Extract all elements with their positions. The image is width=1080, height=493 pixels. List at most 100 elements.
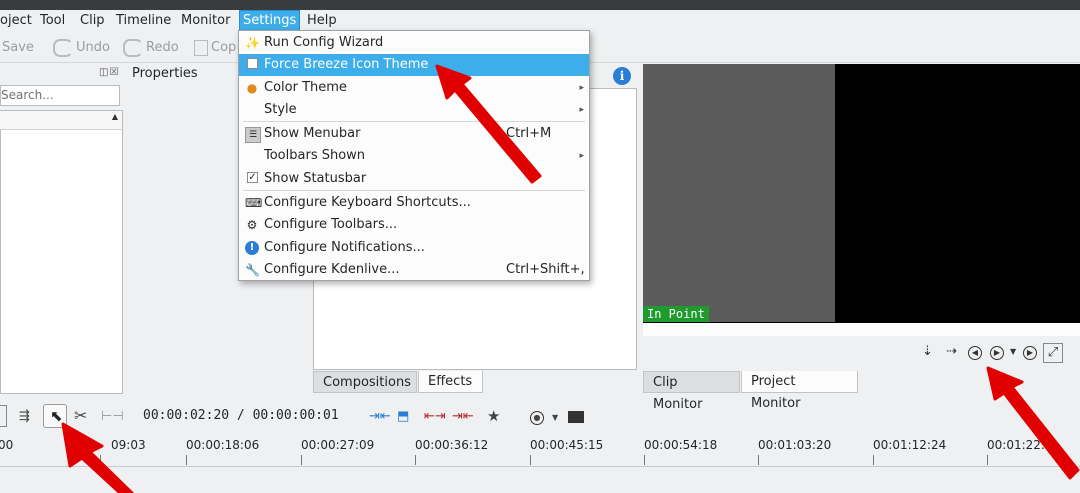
menu-item-show-statusbar[interactable]: ✓ Show Statusbar bbox=[239, 168, 589, 190]
tab-clip-monitor[interactable]: Clip Monitor bbox=[643, 371, 740, 412]
ruler-label: 00:00:54:18 bbox=[644, 438, 718, 452]
properties-title: Properties bbox=[132, 66, 198, 81]
undo-icon bbox=[53, 38, 73, 57]
ruler-tick bbox=[987, 455, 988, 465]
in-point-label: In Point bbox=[643, 306, 709, 322]
cursor-icon: ⬉ bbox=[50, 407, 63, 425]
monitor-ruler[interactable] bbox=[643, 322, 1080, 336]
ruler-label: 00:00:36:12 bbox=[415, 438, 489, 452]
record-button[interactable]: ● bbox=[530, 409, 544, 425]
palette-icon: ● bbox=[246, 81, 258, 95]
timeline-timecode[interactable]: 00:00:02:20 / 00:00:00:01 bbox=[143, 408, 339, 423]
notification-icon: ! bbox=[245, 241, 259, 255]
ruler-label: 00:00:27:09 bbox=[301, 438, 375, 452]
menu-clip[interactable]: Clip bbox=[77, 11, 108, 31]
menu-monitor[interactable]: Monitor bbox=[178, 11, 233, 31]
wrench-icon: 🔧 bbox=[245, 263, 260, 277]
menu-timeline[interactable]: Timeline bbox=[113, 11, 174, 31]
copy-button[interactable]: Cop bbox=[194, 38, 236, 58]
ruler-tick bbox=[100, 455, 101, 465]
redo-button[interactable]: Redo bbox=[123, 38, 179, 58]
ruler-tick bbox=[301, 455, 302, 465]
play-icon: ▶ bbox=[990, 346, 1004, 360]
record-icon: ● bbox=[530, 411, 544, 425]
slip-tool-icon[interactable]: ⊢⊣ bbox=[101, 409, 124, 424]
ruler-tick bbox=[530, 455, 531, 465]
monitor-black-area bbox=[835, 64, 1080, 322]
wand-icon: ✨ bbox=[245, 36, 260, 50]
track-menu-button[interactable] bbox=[0, 405, 7, 427]
set-zone-in-icon[interactable]: ⇣ bbox=[922, 343, 933, 361]
dock-buttons[interactable]: ◫☒ bbox=[99, 67, 119, 78]
keyboard-icon: ⌨ bbox=[245, 196, 263, 210]
window-title-bar bbox=[0, 0, 1080, 10]
ruler-label: 00:00:18:06 bbox=[186, 438, 260, 452]
menu-help[interactable]: Help bbox=[304, 11, 340, 31]
menu-separator bbox=[243, 121, 585, 122]
extract-icon[interactable]: ⇥⇤ bbox=[452, 409, 474, 424]
ruler-tick bbox=[644, 455, 645, 465]
undo-button[interactable]: Undo bbox=[53, 38, 110, 58]
set-zone-out-icon[interactable]: ⇢ bbox=[946, 343, 957, 361]
ruler-label: 00:00:45:15 bbox=[530, 438, 604, 452]
menu-project[interactable]: oject bbox=[0, 11, 35, 31]
menu-item-toolbars-shown[interactable]: Toolbars Shown ▸ bbox=[239, 145, 589, 167]
list-header[interactable]: ▲ bbox=[0, 111, 122, 130]
ruler-tick bbox=[186, 455, 187, 465]
ruler-tick bbox=[758, 455, 759, 465]
fullscreen-icon[interactable]: ⤢ bbox=[1043, 343, 1063, 363]
menu-item-show-menubar[interactable]: ☰ Show Menubar Ctrl+M bbox=[239, 123, 589, 145]
record-options-chevron-down-icon[interactable]: ▼ bbox=[552, 413, 558, 422]
select-tool-button[interactable]: ⬉ bbox=[43, 404, 67, 428]
menu-item-configure-keyboard-shortcuts[interactable]: ⌨ Configure Keyboard Shortcuts... bbox=[239, 192, 589, 214]
menu-item-configure-notifications[interactable]: ! Configure Notifications... bbox=[239, 237, 589, 259]
menubar-icon: ☰ bbox=[245, 127, 261, 143]
monitor-view[interactable] bbox=[643, 64, 835, 322]
submenu-arrow-icon: ▸ bbox=[579, 105, 584, 115]
insert-icon[interactable]: ⇥⇤ bbox=[369, 409, 391, 424]
ruler-label: 00:01:12:24 bbox=[873, 438, 947, 452]
tab-project-monitor[interactable]: Project Monitor bbox=[741, 371, 858, 411]
menu-item-run-config-wizard[interactable]: ✨ Run Config Wizard bbox=[239, 32, 589, 54]
search-input[interactable]: Search... bbox=[0, 85, 120, 106]
menu-item-configure-toolbars[interactable]: ⚙ Configure Toolbars... bbox=[239, 214, 589, 236]
rewind-button[interactable]: ◀ bbox=[968, 343, 982, 361]
timeline-preview-icon[interactable] bbox=[568, 411, 584, 423]
menu-item-style[interactable]: Style ▸ bbox=[239, 99, 589, 121]
forward-button[interactable]: ▶ bbox=[1023, 343, 1037, 361]
info-icon[interactable]: i bbox=[613, 67, 631, 85]
lift-icon[interactable]: ⇤⇥ bbox=[424, 409, 446, 424]
menu-settings[interactable]: Settings bbox=[239, 10, 301, 32]
ruler-label: 00 bbox=[0, 438, 14, 452]
toolbar-config-icon: ⚙ bbox=[246, 218, 258, 232]
sort-up-icon: ▲ bbox=[111, 112, 118, 121]
submenu-arrow-icon: ▸ bbox=[579, 83, 584, 93]
play-options-chevron-down-icon[interactable]: ▼ bbox=[1010, 343, 1016, 361]
menu-item-force-breeze-icon-theme[interactable]: Force Breeze Icon Theme bbox=[239, 54, 589, 76]
redo-icon bbox=[123, 38, 143, 57]
submenu-arrow-icon: ▸ bbox=[579, 151, 584, 161]
spacer-tool-icon[interactable]: ⇶ bbox=[19, 409, 30, 424]
ruler-tick bbox=[873, 455, 874, 465]
project-bin-list[interactable] bbox=[0, 110, 123, 394]
tab-effects[interactable]: Effects bbox=[418, 371, 483, 393]
menu-tool[interactable]: Tool bbox=[37, 11, 68, 31]
overwrite-icon[interactable]: ⬒ bbox=[397, 409, 409, 424]
razor-tool-icon[interactable]: ✂ bbox=[74, 406, 87, 425]
copy-icon bbox=[194, 39, 208, 56]
checkbox-unchecked-icon[interactable] bbox=[247, 58, 258, 69]
ruler-label: 00:01:03:20 bbox=[758, 438, 832, 452]
ruler-tick bbox=[415, 455, 416, 465]
rewind-icon: ◀ bbox=[968, 346, 982, 360]
menu-item-color-theme[interactable]: ● Color Theme ▸ bbox=[239, 77, 589, 99]
menu-separator bbox=[243, 190, 585, 191]
checkbox-checked-icon[interactable]: ✓ bbox=[247, 172, 258, 183]
ruler-label: 00:01:22:0 bbox=[987, 438, 1053, 452]
ruler-label: 09:03 bbox=[111, 438, 146, 452]
tab-compositions[interactable]: Compositions bbox=[313, 371, 417, 393]
play-button[interactable]: ▶ bbox=[990, 343, 1004, 361]
menu-item-configure-kdenlive[interactable]: 🔧 Configure Kdenlive... Ctrl+Shift+, bbox=[239, 259, 589, 281]
save-button[interactable]: Save bbox=[0, 38, 34, 58]
forward-icon: ▶ bbox=[1023, 346, 1037, 360]
favorite-star-icon[interactable]: ★ bbox=[487, 407, 500, 425]
